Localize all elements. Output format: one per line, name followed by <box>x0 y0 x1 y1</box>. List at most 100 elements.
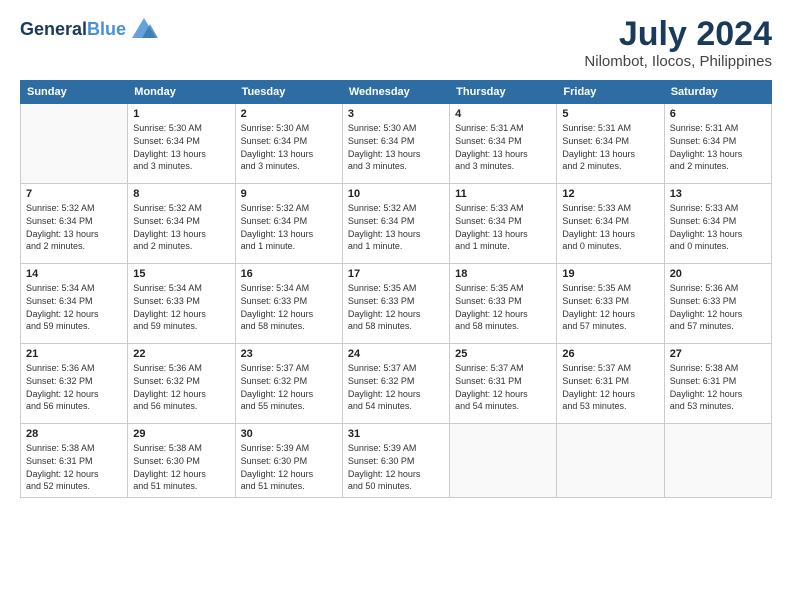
header-row: SundayMondayTuesdayWednesdayThursdayFrid… <box>21 81 772 104</box>
day-info: Sunrise: 5:37 AM Sunset: 6:31 PM Dayligh… <box>562 362 658 412</box>
calendar-cell: 13Sunrise: 5:33 AM Sunset: 6:34 PM Dayli… <box>664 184 771 264</box>
day-info: Sunrise: 5:34 AM Sunset: 6:33 PM Dayligh… <box>241 282 337 332</box>
day-info: Sunrise: 5:33 AM Sunset: 6:34 PM Dayligh… <box>455 202 551 252</box>
day-info: Sunrise: 5:33 AM Sunset: 6:34 PM Dayligh… <box>670 202 766 252</box>
day-number: 23 <box>241 348 337 360</box>
day-info: Sunrise: 5:30 AM Sunset: 6:34 PM Dayligh… <box>241 122 337 172</box>
calendar-cell: 15 Sunrise: 5:34 AM Sunset: 6:33 PM Dayli… <box>128 264 235 344</box>
day-info: Sunrise: 5:34 AM Sunset: 6:33 PM Dayligh… <box>133 282 229 332</box>
calendar-cell: 2 Sunrise: 5:30 AM Sunset: 6:34 PM Daylig… <box>235 104 342 184</box>
day-info: Sunrise: 5:32 AM Sunset: 6:34 PM Dayligh… <box>133 202 229 252</box>
weekday-header-sunday: Sunday <box>21 81 128 104</box>
calendar-cell: 9Sunrise: 5:32 AM Sunset: 6:34 PM Daylig… <box>235 184 342 264</box>
calendar-cell: 28Sunrise: 5:38 AM Sunset: 6:31 PM Dayli… <box>21 424 128 497</box>
day-number: 31 <box>348 428 444 440</box>
day-number: 28 <box>26 428 122 440</box>
week-row-5: 28Sunrise: 5:38 AM Sunset: 6:31 PM Dayli… <box>21 424 772 497</box>
calendar-cell: 8 Sunrise: 5:32 AM Sunset: 6:34 PM Daylig… <box>128 184 235 264</box>
day-number: 2 <box>241 108 337 120</box>
day-number: 10 <box>348 188 444 200</box>
calendar-cell: 18 Sunrise: 5:35 AM Sunset: 6:33 PM Dayli… <box>450 264 557 344</box>
week-row-3: 14 Sunrise: 5:34 AM Sunset: 6:34 PM Dayli… <box>21 264 772 344</box>
weekday-header-saturday: Saturday <box>664 81 771 104</box>
weekday-header-wednesday: Wednesday <box>342 81 449 104</box>
day-number: 5 <box>562 108 658 120</box>
day-number: 19 <box>562 268 658 280</box>
day-info: Sunrise: 5:38 AM Sunset: 6:30 PM Dayligh… <box>133 442 229 492</box>
day-info: Sunrise: 5:37 AM Sunset: 6:31 PM Dayligh… <box>455 362 551 412</box>
day-info: Sunrise: 5:35 AM Sunset: 6:33 PM Dayligh… <box>455 282 551 332</box>
logo-icon <box>130 16 158 44</box>
day-info: Sunrise: 5:32 AM Sunset: 6:34 PM Dayligh… <box>241 202 337 252</box>
day-number: 7 <box>26 188 122 200</box>
day-number: 15 <box>133 268 229 280</box>
day-number: 18 <box>455 268 551 280</box>
day-info: Sunrise: 5:36 AM Sunset: 6:32 PM Dayligh… <box>26 362 122 412</box>
calendar-cell: 21 Sunrise: 5:36 AM Sunset: 6:32 PM Dayli… <box>21 344 128 424</box>
calendar-cell: 1 Sunrise: 5:30 AM Sunset: 6:34 PM Daylig… <box>128 104 235 184</box>
day-info: Sunrise: 5:37 AM Sunset: 6:32 PM Dayligh… <box>241 362 337 412</box>
day-number: 8 <box>133 188 229 200</box>
calendar-cell: 22 Sunrise: 5:36 AM Sunset: 6:32 PM Dayli… <box>128 344 235 424</box>
calendar-cell: 26 Sunrise: 5:37 AM Sunset: 6:31 PM Dayli… <box>557 344 664 424</box>
day-info: Sunrise: 5:36 AM Sunset: 6:32 PM Dayligh… <box>133 362 229 412</box>
day-info: Sunrise: 5:39 AM Sunset: 6:30 PM Dayligh… <box>241 442 337 492</box>
day-number: 22 <box>133 348 229 360</box>
day-info: Sunrise: 5:31 AM Sunset: 6:34 PM Dayligh… <box>562 122 658 172</box>
day-number: 14 <box>26 268 122 280</box>
day-info: Sunrise: 5:38 AM Sunset: 6:31 PM Dayligh… <box>670 362 766 412</box>
calendar-table: SundayMondayTuesdayWednesdayThursdayFrid… <box>20 80 772 497</box>
logo-text: GeneralBlue <box>20 20 126 40</box>
day-number: 3 <box>348 108 444 120</box>
title-area: July 2024 Nilombot, Ilocos, Philippines <box>584 16 772 70</box>
calendar-cell: 16 Sunrise: 5:34 AM Sunset: 6:33 PM Dayli… <box>235 264 342 344</box>
weekday-header-friday: Friday <box>557 81 664 104</box>
calendar-cell: 3Sunrise: 5:30 AM Sunset: 6:34 PM Daylig… <box>342 104 449 184</box>
day-number: 6 <box>670 108 766 120</box>
day-number: 11 <box>455 188 551 200</box>
calendar-cell: 4Sunrise: 5:31 AM Sunset: 6:34 PM Daylig… <box>450 104 557 184</box>
day-info: Sunrise: 5:32 AM Sunset: 6:34 PM Dayligh… <box>348 202 444 252</box>
day-info: Sunrise: 5:39 AM Sunset: 6:30 PM Dayligh… <box>348 442 444 492</box>
calendar-cell: 24Sunrise: 5:37 AM Sunset: 6:32 PM Dayli… <box>342 344 449 424</box>
month-year: July 2024 <box>584 16 772 53</box>
logo: GeneralBlue <box>20 16 158 44</box>
day-number: 29 <box>133 428 229 440</box>
calendar-page: GeneralBlue July 2024 Nilombot, Ilocos, … <box>0 0 792 612</box>
day-info: Sunrise: 5:32 AM Sunset: 6:34 PM Dayligh… <box>26 202 122 252</box>
day-number: 20 <box>670 268 766 280</box>
calendar-cell: 12 Sunrise: 5:33 AM Sunset: 6:34 PM Dayli… <box>557 184 664 264</box>
day-number: 1 <box>133 108 229 120</box>
calendar-cell <box>664 424 771 497</box>
day-number: 30 <box>241 428 337 440</box>
day-number: 21 <box>26 348 122 360</box>
weekday-header-tuesday: Tuesday <box>235 81 342 104</box>
calendar-cell: 17Sunrise: 5:35 AM Sunset: 6:33 PM Dayli… <box>342 264 449 344</box>
day-number: 24 <box>348 348 444 360</box>
weekday-header-thursday: Thursday <box>450 81 557 104</box>
header: GeneralBlue July 2024 Nilombot, Ilocos, … <box>20 16 772 70</box>
calendar-cell <box>21 104 128 184</box>
week-row-2: 7 Sunrise: 5:32 AM Sunset: 6:34 PM Daylig… <box>21 184 772 264</box>
day-info: Sunrise: 5:34 AM Sunset: 6:34 PM Dayligh… <box>26 282 122 332</box>
day-number: 27 <box>670 348 766 360</box>
calendar-cell: 19 Sunrise: 5:35 AM Sunset: 6:33 PM Dayli… <box>557 264 664 344</box>
day-number: 26 <box>562 348 658 360</box>
day-number: 16 <box>241 268 337 280</box>
week-row-1: 1 Sunrise: 5:30 AM Sunset: 6:34 PM Daylig… <box>21 104 772 184</box>
calendar-cell: 7 Sunrise: 5:32 AM Sunset: 6:34 PM Daylig… <box>21 184 128 264</box>
day-info: Sunrise: 5:30 AM Sunset: 6:34 PM Dayligh… <box>133 122 229 172</box>
day-info: Sunrise: 5:35 AM Sunset: 6:33 PM Dayligh… <box>348 282 444 332</box>
calendar-cell: 6Sunrise: 5:31 AM Sunset: 6:34 PM Daylig… <box>664 104 771 184</box>
calendar-cell: 10 Sunrise: 5:32 AM Sunset: 6:34 PM Dayli… <box>342 184 449 264</box>
calendar-cell <box>557 424 664 497</box>
day-number: 12 <box>562 188 658 200</box>
calendar-cell: 27 Sunrise: 5:38 AM Sunset: 6:31 PM Dayli… <box>664 344 771 424</box>
day-info: Sunrise: 5:35 AM Sunset: 6:33 PM Dayligh… <box>562 282 658 332</box>
location: Nilombot, Ilocos, Philippines <box>584 53 772 70</box>
day-info: Sunrise: 5:33 AM Sunset: 6:34 PM Dayligh… <box>562 202 658 252</box>
calendar-cell: 23 Sunrise: 5:37 AM Sunset: 6:32 PM Dayli… <box>235 344 342 424</box>
weekday-header-monday: Monday <box>128 81 235 104</box>
calendar-cell: 14 Sunrise: 5:34 AM Sunset: 6:34 PM Dayli… <box>21 264 128 344</box>
calendar-cell: 11 Sunrise: 5:33 AM Sunset: 6:34 PM Dayli… <box>450 184 557 264</box>
